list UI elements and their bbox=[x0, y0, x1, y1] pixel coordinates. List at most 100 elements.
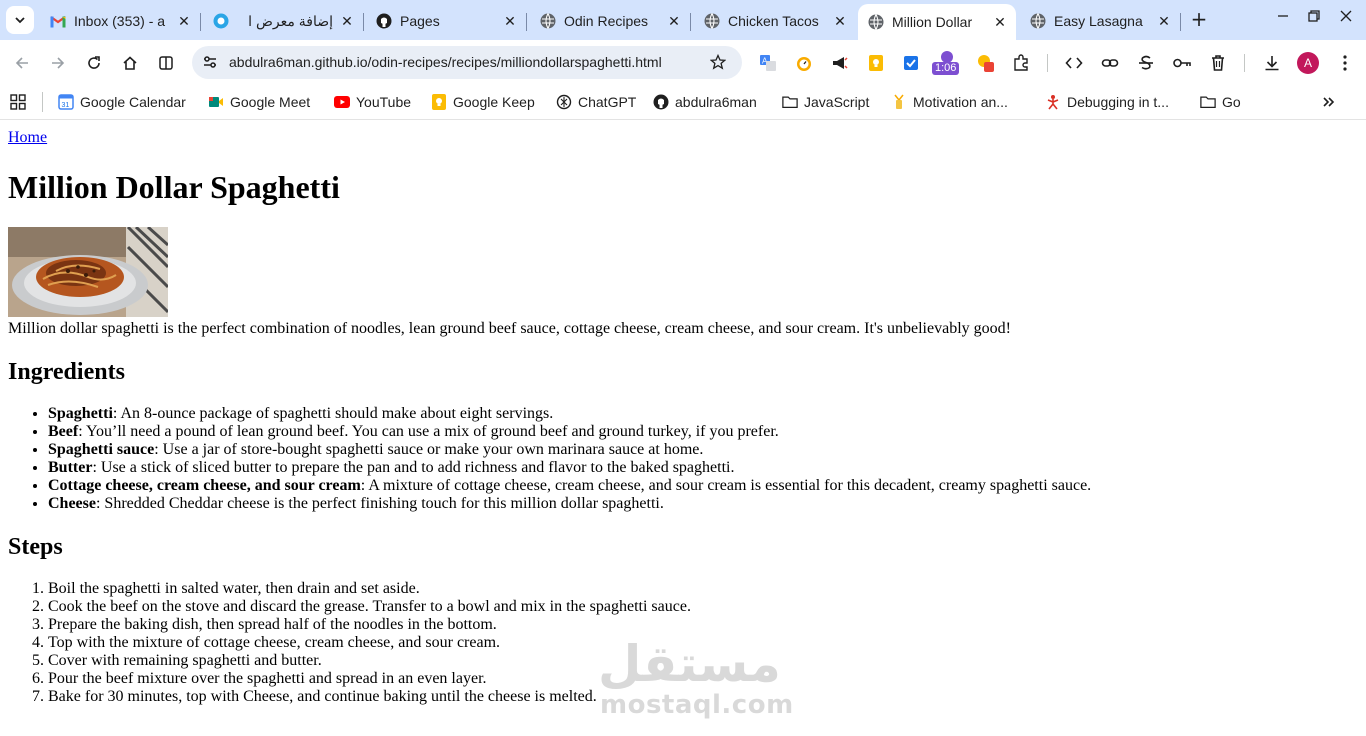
tab-mostaql[interactable]: إضافة معرض ا ✕ bbox=[203, 6, 364, 36]
tab-odin-recipes[interactable]: Odin Recipes ✕ bbox=[530, 6, 691, 36]
list-item: Butter: Use a stick of sliced butter to … bbox=[48, 459, 1091, 477]
ingredient-text: : Use a stick of sliced butter to prepar… bbox=[92, 459, 735, 476]
recipe-description: Million dollar spaghetti is the perfect … bbox=[8, 320, 1011, 337]
globe-icon bbox=[704, 13, 720, 29]
list-item: Boil the spaghetti in salted water, then… bbox=[48, 580, 691, 598]
translate-extension-icon[interactable]: A bbox=[757, 52, 779, 74]
bookmark-google-calendar[interactable]: 31 Google Calendar bbox=[58, 91, 186, 113]
home-button[interactable] bbox=[117, 50, 143, 76]
bookmark-label: ChatGPT bbox=[578, 94, 637, 110]
back-button[interactable] bbox=[9, 50, 35, 76]
bookmark-google-meet[interactable]: Google Meet bbox=[208, 91, 310, 113]
ingredient-text: : Use a jar of store-bought spaghetti sa… bbox=[154, 441, 704, 458]
google-keep-icon bbox=[431, 94, 447, 110]
list-item: Prepare the baking dish, then spread hal… bbox=[48, 616, 691, 634]
extensions-puzzle-icon[interactable] bbox=[1010, 52, 1032, 74]
tab-pages[interactable]: Pages ✕ bbox=[366, 6, 527, 36]
github-icon bbox=[653, 94, 669, 110]
tab-title: Odin Recipes bbox=[564, 13, 649, 29]
tasks-extension-icon[interactable] bbox=[900, 52, 922, 74]
ingredients-list: Spaghetti: An 8-ounce package of spaghet… bbox=[48, 405, 1091, 513]
bookmark-motivation[interactable]: Motivation an... bbox=[891, 91, 1008, 113]
close-icon[interactable]: ✕ bbox=[832, 13, 848, 29]
apps-button[interactable] bbox=[10, 91, 26, 113]
more-bookmarks-button[interactable] bbox=[1322, 91, 1336, 113]
motivation-icon bbox=[891, 94, 907, 110]
minimize-icon[interactable] bbox=[1273, 10, 1293, 26]
key-icon[interactable] bbox=[1171, 52, 1193, 74]
bookmarks-bar: 31 Google Calendar Google Meet YouTube G… bbox=[0, 85, 1366, 120]
tab-title: Million Dollar bbox=[892, 14, 973, 30]
bookmark-label: Debugging in t... bbox=[1067, 94, 1169, 110]
gmail-icon bbox=[50, 13, 66, 29]
arrow-right-icon bbox=[52, 57, 65, 69]
bookmarks-divider bbox=[42, 92, 43, 112]
site-info-icon[interactable] bbox=[202, 54, 218, 70]
bookmark-folder-go[interactable]: Go bbox=[1200, 91, 1241, 113]
apps-grid-icon bbox=[10, 94, 26, 110]
mostaql-icon bbox=[213, 13, 229, 29]
reload-button[interactable] bbox=[81, 50, 107, 76]
list-item: Bake for 30 minutes, top with Cheese, an… bbox=[48, 688, 691, 706]
steps-heading: Steps bbox=[8, 534, 63, 560]
tab-easy-lasagna[interactable]: Easy Lasagna ✕ bbox=[1020, 6, 1181, 36]
bookmark-label: Google Meet bbox=[230, 94, 311, 110]
record-extension-icon[interactable] bbox=[975, 52, 997, 74]
close-icon[interactable]: ✕ bbox=[339, 13, 355, 29]
trash-icon[interactable] bbox=[1207, 52, 1229, 74]
youtube-icon bbox=[334, 94, 350, 110]
ingredient-name: Butter bbox=[48, 459, 93, 476]
close-icon[interactable]: ✕ bbox=[666, 13, 682, 29]
list-item: Pour the beef mixture over the spaghetti… bbox=[48, 670, 691, 688]
bookmark-label: Google Calendar bbox=[80, 94, 186, 110]
new-tab-button[interactable]: + bbox=[1188, 8, 1210, 30]
list-item: Spaghetti sauce: Use a jar of store-boug… bbox=[48, 441, 1091, 459]
url-text[interactable]: abdulra6man.github.io/odin-recipes/recip… bbox=[229, 54, 662, 70]
bookmark-star-icon[interactable] bbox=[708, 52, 728, 72]
forward-button[interactable] bbox=[45, 50, 71, 76]
globe-icon bbox=[540, 13, 556, 29]
list-item: Cottage cheese, cream cheese, and sour c… bbox=[48, 477, 1091, 495]
tab-search-button[interactable] bbox=[6, 6, 34, 34]
debugging-icon bbox=[1045, 94, 1061, 110]
more-menu-icon[interactable] bbox=[1334, 52, 1356, 74]
megaphone-extension-icon[interactable] bbox=[829, 52, 851, 74]
strikethrough-icon[interactable] bbox=[1135, 52, 1157, 74]
restore-icon[interactable] bbox=[1304, 10, 1324, 26]
list-item: Beef: You’ll need a pound of lean ground… bbox=[48, 423, 1091, 441]
bookmark-chatgpt[interactable]: ChatGPT bbox=[556, 91, 636, 113]
profile-avatar[interactable]: A bbox=[1297, 52, 1319, 74]
home-link[interactable]: Home bbox=[8, 129, 47, 147]
bookmark-google-keep[interactable]: Google Keep bbox=[431, 91, 535, 113]
bookmark-label: Go bbox=[1222, 94, 1241, 110]
side-panel-icon bbox=[159, 56, 173, 70]
bookmark-debugging[interactable]: Debugging in t... bbox=[1045, 91, 1169, 113]
address-bar[interactable]: abdulra6man.github.io/odin-recipes/recip… bbox=[192, 46, 742, 79]
tab-million-dollar[interactable]: Million Dollar ✕ bbox=[858, 4, 1016, 40]
close-icon[interactable]: ✕ bbox=[1156, 13, 1172, 29]
bookmark-label: Google Keep bbox=[453, 94, 535, 110]
code-icon[interactable] bbox=[1063, 52, 1085, 74]
svg-text:31: 31 bbox=[62, 102, 70, 109]
timer-extension-icon[interactable] bbox=[793, 52, 815, 74]
close-icon[interactable]: ✕ bbox=[992, 14, 1008, 30]
list-item: Cover with remaining spaghetti and butte… bbox=[48, 652, 691, 670]
bookmark-folder-javascript[interactable]: JavaScript bbox=[782, 91, 869, 113]
close-icon[interactable]: ✕ bbox=[176, 13, 192, 29]
google-meet-icon bbox=[208, 94, 224, 110]
bookmark-github[interactable]: abdulra6man bbox=[653, 91, 757, 113]
toolbar-divider bbox=[1244, 54, 1245, 72]
ingredients-heading: Ingredients bbox=[8, 359, 125, 385]
side-panel-button[interactable] bbox=[153, 50, 179, 76]
keep-extension-icon[interactable] bbox=[865, 52, 887, 74]
bookmark-youtube[interactable]: YouTube bbox=[334, 91, 411, 113]
download-icon[interactable] bbox=[1261, 52, 1283, 74]
window-close-icon[interactable] bbox=[1336, 10, 1356, 26]
close-icon[interactable]: ✕ bbox=[502, 13, 518, 29]
link-icon[interactable] bbox=[1099, 52, 1121, 74]
globe-icon bbox=[1030, 13, 1046, 29]
tab-chicken-tacos[interactable]: Chicken Tacos ✕ bbox=[694, 6, 856, 36]
tab-gmail[interactable]: Inbox (353) - a ✕ bbox=[40, 6, 201, 36]
ingredient-name: Cottage cheese, cream cheese, and sour c… bbox=[48, 477, 361, 494]
folder-icon bbox=[782, 94, 798, 110]
